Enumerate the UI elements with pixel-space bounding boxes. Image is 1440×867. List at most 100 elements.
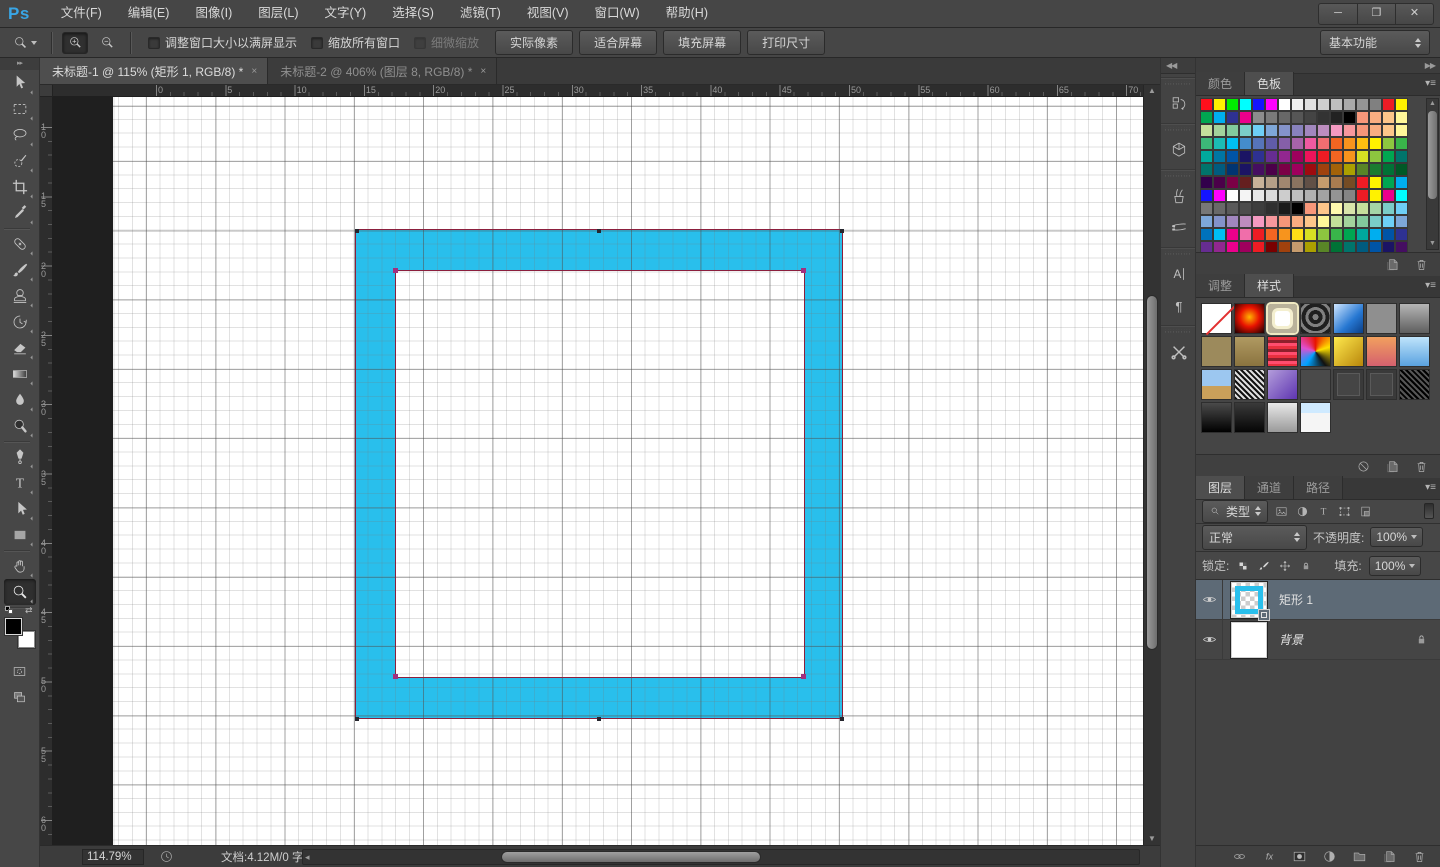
swatch[interactable] xyxy=(1356,124,1369,137)
swatch[interactable] xyxy=(1278,163,1291,176)
swatch[interactable] xyxy=(1356,189,1369,202)
swatch[interactable] xyxy=(1356,111,1369,124)
scroll-left-arrow[interactable]: ◂ xyxy=(305,852,310,863)
new-layer-button[interactable] xyxy=(1381,848,1398,865)
gradient-tool[interactable] xyxy=(4,361,36,387)
option-checkbox-2[interactable]: 细微缩放 xyxy=(414,34,479,51)
screen-mode-button[interactable] xyxy=(4,684,36,710)
swatch[interactable] xyxy=(1226,137,1239,150)
swatch[interactable] xyxy=(1213,163,1226,176)
swatch[interactable] xyxy=(1265,241,1278,252)
style-tile-13[interactable] xyxy=(1399,336,1430,367)
filter-adjustment-layers-icon[interactable] xyxy=(1295,504,1310,519)
swatch[interactable] xyxy=(1304,189,1317,202)
swatch[interactable] xyxy=(1213,150,1226,163)
horizontal-scroll-thumb[interactable] xyxy=(501,851,761,863)
blend-mode-select[interactable]: 正常 xyxy=(1202,525,1307,550)
swatch[interactable] xyxy=(1278,189,1291,202)
horizontal-scrollbar[interactable]: ◂ xyxy=(302,849,1140,865)
swatch[interactable] xyxy=(1226,189,1239,202)
menu-item-1[interactable]: 编辑(E) xyxy=(115,0,183,27)
swatch[interactable] xyxy=(1252,189,1265,202)
swatch[interactable] xyxy=(1382,137,1395,150)
style-tile-9[interactable] xyxy=(1267,336,1298,367)
swatch[interactable] xyxy=(1239,215,1252,228)
swatch[interactable] xyxy=(1200,215,1213,228)
link-layers-button[interactable] xyxy=(1231,848,1248,865)
delete-layer-button[interactable] xyxy=(1411,848,1428,865)
swatch[interactable] xyxy=(1343,137,1356,150)
swatch[interactable] xyxy=(1395,176,1408,189)
swatch[interactable] xyxy=(1291,111,1304,124)
swatch[interactable] xyxy=(1343,241,1356,252)
swatch[interactable] xyxy=(1330,111,1343,124)
swatch[interactable] xyxy=(1330,98,1343,111)
menu-item-3[interactable]: 图层(L) xyxy=(245,0,311,27)
swatch[interactable] xyxy=(1330,176,1343,189)
swatch[interactable] xyxy=(1213,241,1226,252)
new-adjustment-layer-button[interactable] xyxy=(1321,848,1338,865)
swatch[interactable] xyxy=(1369,150,1382,163)
ruler-corner[interactable] xyxy=(40,85,53,97)
swatch[interactable] xyxy=(1213,228,1226,241)
swatch[interactable] xyxy=(1356,215,1369,228)
vertical-ruler[interactable]: 1015202530354045505560 xyxy=(40,97,53,845)
swatch[interactable] xyxy=(1395,163,1408,176)
style-tile-0[interactable] xyxy=(1201,303,1232,334)
swatch[interactable] xyxy=(1382,176,1395,189)
swatch[interactable] xyxy=(1291,163,1304,176)
menu-item-7[interactable]: 视图(V) xyxy=(514,0,582,27)
swatch[interactable] xyxy=(1317,189,1330,202)
swatch[interactable] xyxy=(1252,137,1265,150)
swatch[interactable] xyxy=(1343,189,1356,202)
brush-tool[interactable] xyxy=(4,257,36,283)
swatch[interactable] xyxy=(1317,228,1330,241)
swatch[interactable] xyxy=(1265,228,1278,241)
swap-colors-icon[interactable]: ⇄ xyxy=(25,605,33,616)
swatch[interactable] xyxy=(1304,137,1317,150)
swatch[interactable] xyxy=(1213,137,1226,150)
lock-pixels-icon[interactable] xyxy=(1257,559,1271,573)
style-tile-10[interactable] xyxy=(1300,336,1331,367)
style-tile-19[interactable] xyxy=(1366,369,1397,400)
swatch[interactable] xyxy=(1382,163,1395,176)
quick-select-tool[interactable] xyxy=(4,148,36,174)
swatch[interactable] xyxy=(1239,241,1252,252)
document-tab-1[interactable]: 未标题-1 @ 115% (矩形 1, RGB/8) *× xyxy=(40,58,268,84)
swatch[interactable] xyxy=(1226,111,1239,124)
swatch[interactable] xyxy=(1265,137,1278,150)
tool-presets-panel-button[interactable] xyxy=(1161,336,1197,368)
move-tool[interactable] xyxy=(4,70,36,96)
style-tile-11[interactable] xyxy=(1333,336,1364,367)
swatch[interactable] xyxy=(1317,111,1330,124)
style-tile-5[interactable] xyxy=(1366,303,1397,334)
scroll-down-arrow[interactable]: ▼ xyxy=(1427,239,1438,249)
swatch[interactable] xyxy=(1213,202,1226,215)
tab-paths[interactable]: 路径 xyxy=(1294,476,1343,499)
swatch[interactable] xyxy=(1356,241,1369,252)
swatches-scrollbar[interactable]: ▲ ▼ xyxy=(1426,98,1439,250)
menu-item-0[interactable]: 文件(F) xyxy=(48,0,115,27)
delete-style-button[interactable] xyxy=(1413,458,1430,475)
swatch[interactable] xyxy=(1395,137,1408,150)
swatch[interactable] xyxy=(1317,176,1330,189)
tab-close-icon[interactable]: × xyxy=(480,66,486,77)
swatch[interactable] xyxy=(1278,111,1291,124)
zoom-tool[interactable] xyxy=(4,579,36,605)
swatch[interactable] xyxy=(1356,150,1369,163)
swatch[interactable] xyxy=(1200,176,1213,189)
swatch[interactable] xyxy=(1304,228,1317,241)
blur-tool[interactable] xyxy=(4,387,36,413)
swatch[interactable] xyxy=(1356,137,1369,150)
opacity-field[interactable]: 100% xyxy=(1370,527,1423,547)
swatch[interactable] xyxy=(1252,163,1265,176)
swatch[interactable] xyxy=(1395,215,1408,228)
layer-thumbnail[interactable] xyxy=(1231,622,1267,658)
swatch[interactable] xyxy=(1395,150,1408,163)
swatch[interactable] xyxy=(1382,228,1395,241)
style-tile-18[interactable] xyxy=(1333,369,1364,400)
swatch[interactable] xyxy=(1213,111,1226,124)
swatch[interactable] xyxy=(1330,137,1343,150)
swatch[interactable] xyxy=(1200,163,1213,176)
threed-panel-button[interactable] xyxy=(1161,134,1197,166)
